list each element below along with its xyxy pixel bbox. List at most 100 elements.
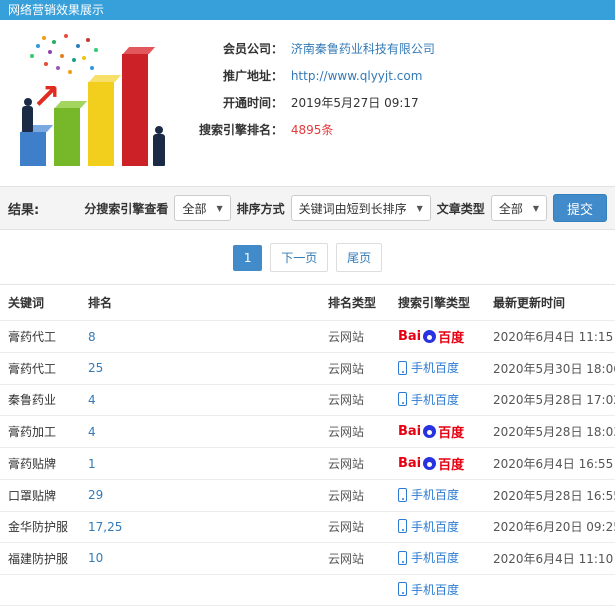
page-title: 网络营销效果展示 <box>0 0 615 20</box>
rank-link[interactable]: 8 <box>88 330 96 344</box>
table-row: 金华防护服 17,25 云网站 手机百度 2020年6月20日 09:25 <box>0 511 615 543</box>
rank-link[interactable]: 29 <box>88 488 103 502</box>
company-link[interactable]: 济南秦鲁药业科技有限公司 <box>291 42 435 56</box>
table-row: 口罩贴牌 29 云网站 手机百度 2020年5月28日 16:55 <box>0 479 615 512</box>
submit-button[interactable]: 提交 <box>552 194 607 222</box>
updated-cell: 2020年6月4日 11:10 <box>485 542 615 575</box>
updated-cell <box>485 574 615 606</box>
header-rank: 排名 <box>80 284 320 321</box>
table-row: 手机百度 <box>0 574 615 606</box>
article-type-filter-select[interactable]: 全部 ▼ <box>490 195 547 221</box>
keyword-cell: 膏药加工 <box>0 415 80 448</box>
mobile-baidu-label: 手机百度 <box>411 519 460 534</box>
last-page-button[interactable]: 尾页 <box>336 243 383 272</box>
member-info-panel: 会员公司： 济南秦鲁药业科技有限公司 推广地址： http://www.qlyy… <box>183 28 435 178</box>
table-row: 膏药代工 25 云网站 手机百度 2020年5月30日 18:06 <box>0 352 615 385</box>
article-type-filter-value: 全部 <box>498 201 523 216</box>
chart-bar-red <box>122 54 148 166</box>
mobile-phone-icon <box>398 519 407 533</box>
engine-cell: Bai 百度 <box>390 320 485 353</box>
updated-cell: 2020年5月28日 17:02 <box>485 384 615 416</box>
updated-cell: 2020年5月30日 18:06 <box>485 352 615 385</box>
chevron-down-icon: ▼ <box>416 203 423 213</box>
rank-link[interactable]: 1 <box>88 457 96 471</box>
keyword-cell: 膏药代工 <box>0 320 80 353</box>
rank-type-cell: 云网站 <box>320 352 390 385</box>
table-row: 膏药加工 4 云网站 Bai 百度 2020年5月28日 18:03 <box>0 415 615 448</box>
page-1-button[interactable]: 1 <box>232 245 263 271</box>
mobile-baidu-logo: 手机百度 <box>398 486 459 503</box>
keyword-cell: 口罩贴牌 <box>0 479 80 512</box>
table-row: 膏药代工 8 云网站 Bai 百度 2020年6月4日 11:15 <box>0 320 615 353</box>
rank-link[interactable]: 4 <box>88 393 96 407</box>
mobile-baidu-logo: 手机百度 <box>398 581 459 598</box>
baidu-logo-latin: Bai <box>398 456 422 471</box>
engine-rank-row: 搜索引擎排名： 4895条 <box>183 117 435 144</box>
site-link[interactable]: http://www.qlyyjt.com <box>291 69 423 83</box>
sort-filter-select[interactable]: 关键词由短到长排序 ▼ <box>290 195 431 221</box>
rank-type-cell: 云网站 <box>320 542 390 575</box>
opened-time-row: 开通时间： 2019年5月27日 09:17 <box>183 90 435 117</box>
mobile-phone-icon <box>398 392 407 406</box>
opened-value: 2019年5月27日 09:17 <box>290 96 419 110</box>
rank-type-cell: 云网站 <box>320 447 390 480</box>
rank-type-cell: 云网站 <box>320 384 390 416</box>
mobile-baidu-label: 手机百度 <box>411 551 460 565</box>
opened-label: 开通时间： <box>222 96 283 110</box>
engine-cell: 手机百度 <box>390 574 485 606</box>
keyword-cell: 膏药代工 <box>0 352 80 385</box>
filter-bar: 结果: 分搜索引擎查看 全部 ▼ 排序方式 关键词由短到长排序 ▼ 文章类型 全… <box>0 186 615 230</box>
ranking-table: 关键词 排名 排名类型 搜索引擎类型 最新更新时间 膏药代工 8 云网站 Bai… <box>0 284 615 606</box>
baidu-logo-hanzi: 百度 <box>438 458 465 473</box>
article-type-filter-label: 文章类型 <box>436 201 485 216</box>
mobile-baidu-label: 手机百度 <box>411 488 460 502</box>
table-row: 秦鲁药业 4 云网站 手机百度 2020年5月28日 17:02 <box>0 384 615 416</box>
baidu-paw-icon <box>423 425 437 438</box>
updated-cell: 2020年5月28日 18:03 <box>485 415 615 448</box>
engine-filter-label: 分搜索引擎查看 <box>84 201 169 216</box>
sort-filter-value: 关键词由短到长排序 <box>298 201 407 216</box>
baidu-paw-icon <box>423 330 437 343</box>
updated-cell: 2020年6月20日 09:25 <box>485 511 615 543</box>
company-label: 会员公司： <box>222 42 283 56</box>
engine-filter-select[interactable]: 全部 ▼ <box>174 195 231 221</box>
mobile-phone-icon <box>398 360 407 375</box>
pagination: 1 下一页 尾页 <box>0 230 615 284</box>
mobile-phone-icon <box>398 487 407 502</box>
header-rank-type: 排名类型 <box>320 284 390 321</box>
mobile-baidu-logo: 手机百度 <box>398 359 459 376</box>
engine-filter-value: 全部 <box>182 201 207 216</box>
chart-bar-blue <box>20 132 46 166</box>
rank-link[interactable]: 17,25 <box>88 520 122 534</box>
next-page-button[interactable]: 下一页 <box>270 243 329 272</box>
rank-count-label: 搜索引擎排名： <box>198 123 283 137</box>
baidu-logo: Bai 百度 <box>398 422 464 441</box>
growth-arrow-icon: ↗ <box>32 77 61 117</box>
table-row: 福建防护服 10 云网站 手机百度 2020年6月4日 11:10 <box>0 542 615 575</box>
mobile-phone-icon <box>398 550 407 565</box>
updated-cell: 2020年6月4日 11:15 <box>485 320 615 353</box>
engine-cell: 手机百度 <box>390 352 485 385</box>
rank-type-cell: 云网站 <box>320 415 390 448</box>
engine-cell: 手机百度 <box>390 479 485 512</box>
keyword-cell: 金华防护服 <box>0 511 80 543</box>
mobile-baidu-label: 手机百度 <box>411 361 460 375</box>
rank-count-value: 4895条 <box>290 123 334 137</box>
businessman-figure-right <box>153 126 165 166</box>
mobile-baidu-label: 手机百度 <box>411 392 460 407</box>
engine-cell: 手机百度 <box>390 384 485 416</box>
promo-site-row: 推广地址： http://www.qlyyjt.com <box>183 63 435 90</box>
rank-link[interactable]: 10 <box>88 551 103 565</box>
mobile-baidu-logo: 手机百度 <box>398 391 459 408</box>
mobile-baidu-logo: 手机百度 <box>398 549 459 566</box>
member-company-row: 会员公司： 济南秦鲁药业科技有限公司 <box>183 36 435 63</box>
rank-link[interactable]: 4 <box>88 425 96 439</box>
rank-link[interactable]: 25 <box>88 361 103 375</box>
baidu-logo-hanzi: 百度 <box>438 331 465 346</box>
engine-cell: 手机百度 <box>390 511 485 543</box>
rank-type-cell <box>320 574 390 606</box>
confetti-decoration <box>42 36 46 40</box>
table-row: 膏药贴牌 1 云网站 Bai 百度 2020年6月4日 16:55 <box>0 447 615 480</box>
engine-cell: Bai 百度 <box>390 447 485 480</box>
updated-cell: 2020年5月28日 16:55 <box>485 479 615 512</box>
